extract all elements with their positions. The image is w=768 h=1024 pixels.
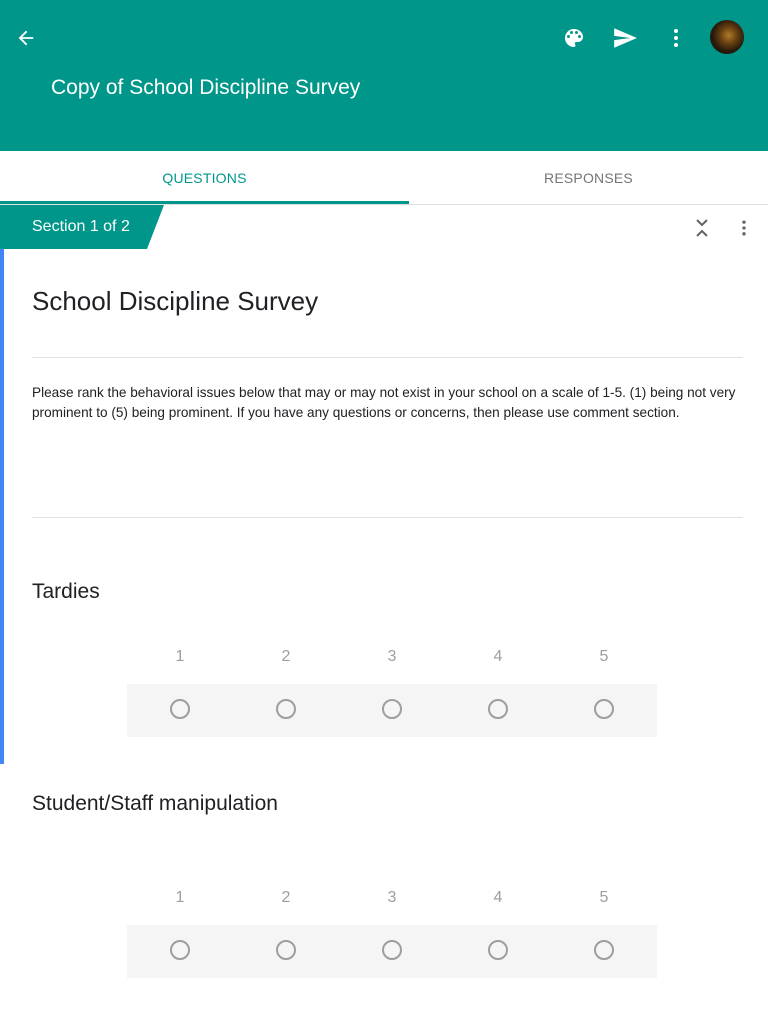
selected-section-bar (0, 249, 4, 764)
scale-radio-4[interactable] (488, 699, 508, 719)
avatar[interactable] (710, 20, 744, 54)
divider (32, 357, 743, 358)
scale-label: 5 (599, 648, 609, 665)
more-vert-icon[interactable] (661, 23, 691, 53)
section-label: Section 1 of 2 (0, 205, 164, 249)
scale-radio-1[interactable] (170, 699, 190, 719)
scale-radio-5[interactable] (594, 699, 614, 719)
scale-label: 5 (599, 889, 609, 906)
tab-responses[interactable]: RESPONSES (409, 151, 768, 204)
scale-radio-3[interactable] (382, 940, 402, 960)
active-tab-indicator (0, 201, 409, 204)
question-title[interactable]: Tardies (32, 580, 100, 604)
app-bar: Copy of School Discipline Survey (0, 0, 768, 151)
linear-scale-row (127, 684, 657, 737)
scale-radio-3[interactable] (382, 699, 402, 719)
section-more-icon[interactable] (732, 215, 756, 241)
scale-radio-1[interactable] (170, 940, 190, 960)
divider (32, 517, 743, 518)
form-description[interactable]: Please rank the behavioral issues below … (32, 383, 744, 422)
scale-radio-2[interactable] (276, 699, 296, 719)
scale-label: 4 (493, 889, 503, 906)
scale-label: 4 (493, 648, 503, 665)
scale-label: 1 (175, 648, 185, 665)
form-name: Copy of School Discipline Survey (51, 76, 361, 99)
form-title[interactable]: School Discipline Survey (32, 286, 318, 317)
scale-label: 2 (281, 648, 291, 665)
scale-label: 2 (281, 889, 291, 906)
scale-label: 1 (175, 889, 185, 906)
scale-labels: 1 2 3 4 5 (127, 648, 657, 668)
palette-icon[interactable] (559, 23, 589, 53)
tab-bar: QUESTIONS RESPONSES (0, 151, 768, 205)
scale-radio-4[interactable] (488, 940, 508, 960)
collapse-section-icon[interactable] (690, 215, 714, 241)
section-label-text: Section 1 of 2 (32, 218, 130, 235)
back-arrow-icon[interactable] (12, 24, 40, 52)
send-icon[interactable] (610, 23, 640, 53)
scale-label: 3 (387, 648, 397, 665)
scale-radio-2[interactable] (276, 940, 296, 960)
tab-questions[interactable]: QUESTIONS (0, 151, 409, 204)
linear-scale-row (127, 925, 657, 978)
scale-radio-5[interactable] (594, 940, 614, 960)
question-title[interactable]: Student/Staff manipulation (32, 792, 278, 816)
scale-label: 3 (387, 889, 397, 906)
scale-labels: 1 2 3 4 5 (127, 889, 657, 909)
